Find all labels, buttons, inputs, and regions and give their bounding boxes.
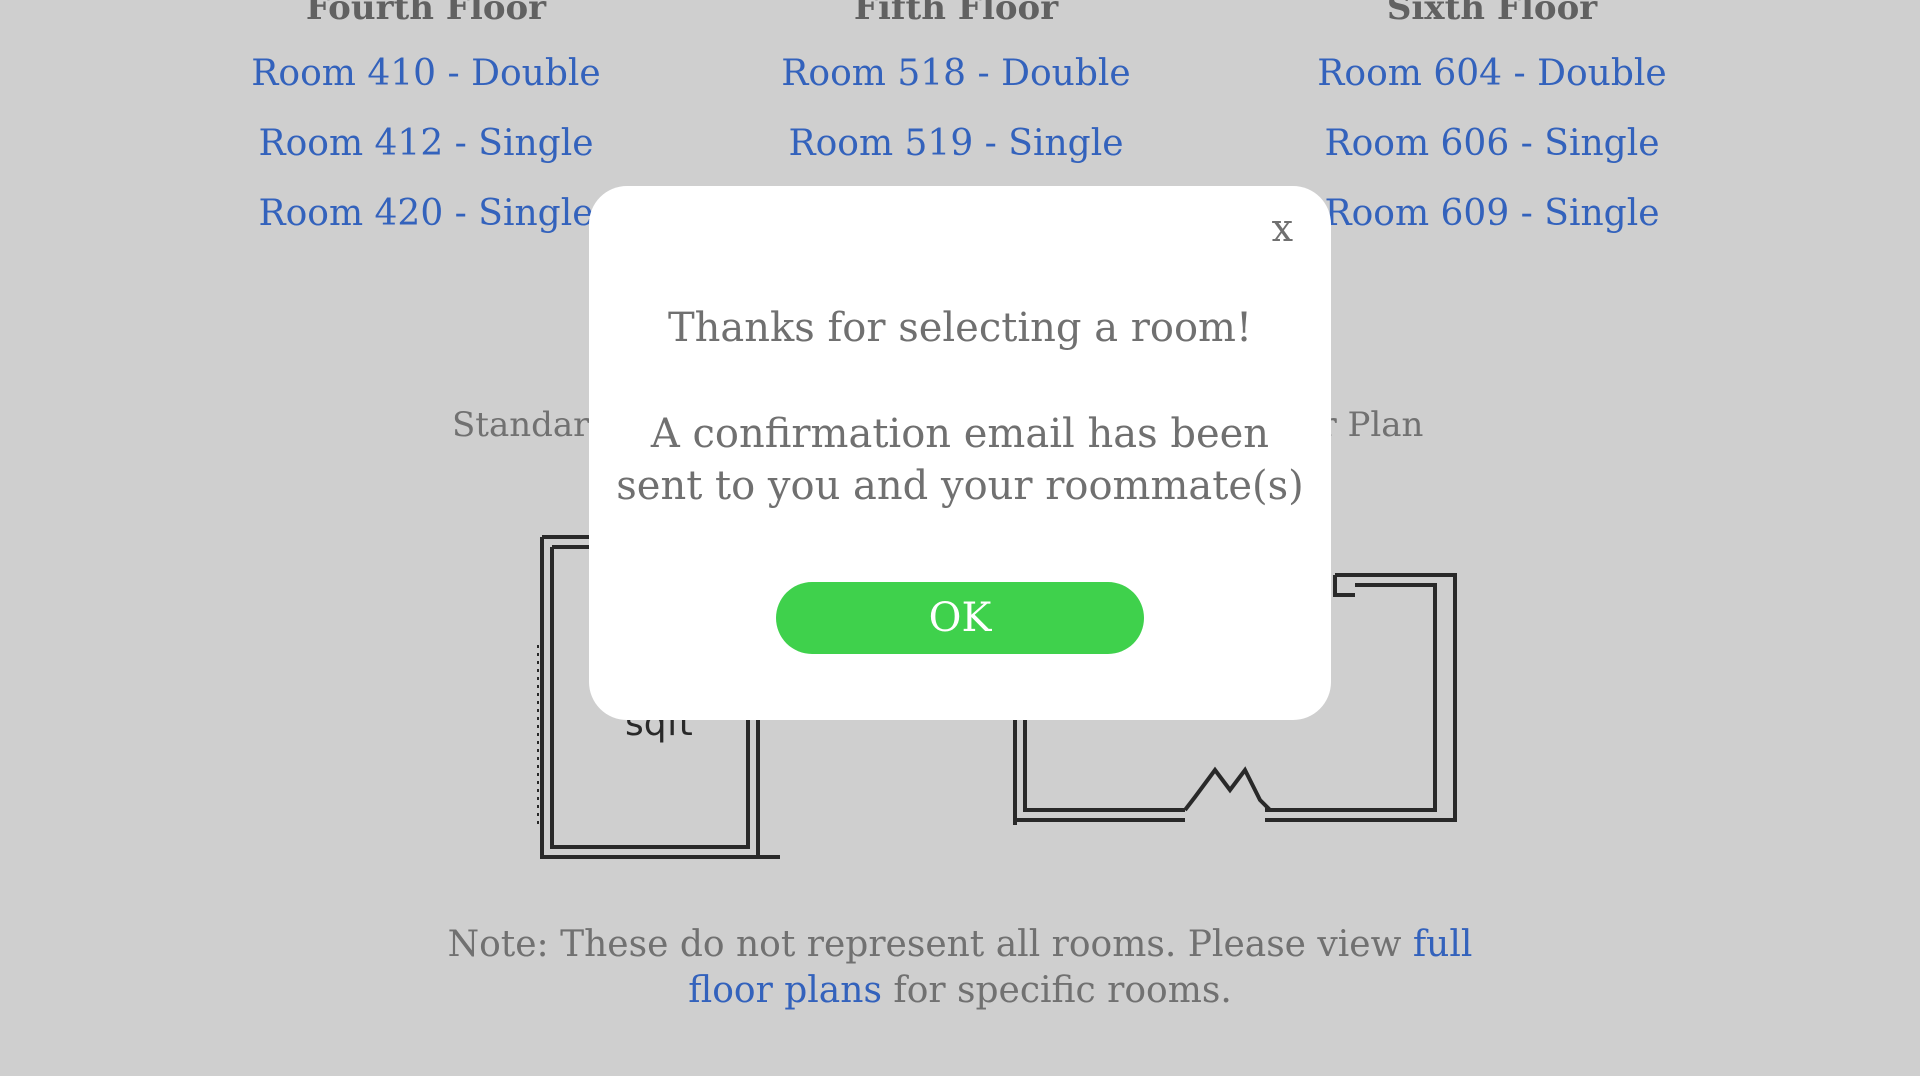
bottom-edge-strip [0, 1076, 1920, 1080]
dialog-title: Thanks for selecting a room! [667, 305, 1253, 351]
close-button[interactable]: x [1272, 206, 1293, 250]
ok-button[interactable]: OK [776, 582, 1144, 654]
confirmation-dialog: x Thanks for selecting a room! A confirm… [589, 186, 1331, 720]
dialog-message: A confirmation email has been sent to yo… [616, 411, 1304, 509]
